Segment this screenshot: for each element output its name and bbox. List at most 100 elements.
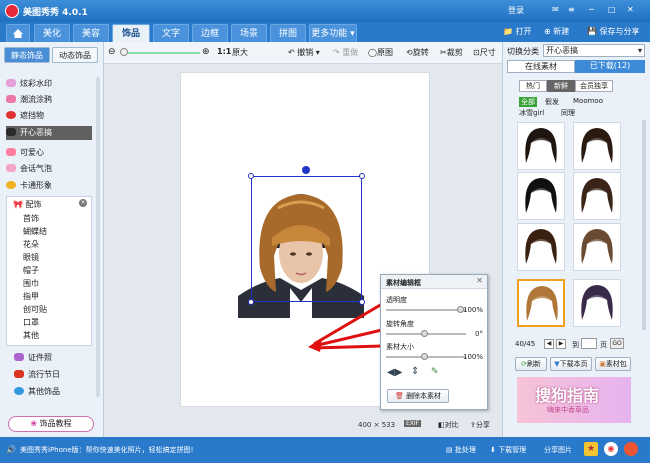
material-thumbnail-selected[interactable] bbox=[517, 279, 565, 327]
sub-item[interactable]: 创可贴 bbox=[23, 304, 107, 316]
subcat-wig[interactable]: 假发 bbox=[545, 97, 559, 107]
tab-scene[interactable]: 场景 bbox=[231, 24, 267, 42]
tab-downloaded[interactable]: 已下载(12) bbox=[575, 60, 645, 73]
left-item-watermark[interactable]: 炫彩水印 bbox=[6, 77, 92, 91]
left-item-graffiti[interactable]: 潮流涂鸦 bbox=[6, 93, 92, 107]
resize-handle[interactable] bbox=[248, 299, 254, 305]
tab-more[interactable]: 更多功能 ▾ bbox=[309, 24, 357, 42]
home-tab[interactable] bbox=[6, 24, 30, 42]
material-thumbnail[interactable] bbox=[573, 279, 621, 327]
redo-button[interactable]: ↷ 重做 bbox=[333, 47, 358, 58]
filter-new[interactable]: 新鲜 bbox=[547, 80, 575, 92]
sub-item[interactable]: 口罩 bbox=[23, 317, 107, 329]
tab-accessories[interactable]: 饰品 bbox=[112, 24, 150, 42]
resize-handle[interactable] bbox=[248, 173, 254, 179]
sub-item[interactable]: 其他 bbox=[23, 330, 107, 342]
zoom-ratio[interactable]: 1:1 bbox=[217, 47, 231, 56]
sub-item[interactable]: 花朵 bbox=[23, 239, 107, 251]
left-item-festival[interactable]: 流行节日 bbox=[14, 368, 100, 382]
go-button[interactable]: GO bbox=[610, 338, 624, 349]
material-thumbnail[interactable] bbox=[517, 172, 565, 220]
material-thumbnail[interactable] bbox=[573, 223, 621, 271]
login-link[interactable]: 登录 bbox=[508, 5, 524, 16]
exif-button[interactable]: EXIF bbox=[404, 420, 422, 427]
batch-button[interactable]: ▤ 批处理 bbox=[446, 445, 476, 455]
tab-collage[interactable]: 拼图 bbox=[270, 24, 306, 42]
refresh-button[interactable]: ⟳刷新 bbox=[515, 357, 547, 371]
sub-item[interactable]: 围巾 bbox=[23, 278, 107, 290]
sub-item[interactable]: 指甲 bbox=[23, 291, 107, 303]
material-thumbnail[interactable] bbox=[517, 223, 565, 271]
zoom-out-icon[interactable]: ⊖ bbox=[108, 47, 116, 57]
sub-item[interactable]: 眼镜 bbox=[23, 252, 107, 264]
filter-vip[interactable]: 会员独享 bbox=[575, 80, 613, 92]
filter-hot[interactable]: 热门 bbox=[519, 80, 547, 92]
tab-beautify[interactable]: 美化 bbox=[34, 24, 70, 42]
undo-button[interactable]: ↶ 撤销 ▾ bbox=[288, 47, 320, 58]
compare-button[interactable]: ◧对比 bbox=[438, 420, 459, 430]
dialog-close-icon[interactable]: ✕ bbox=[476, 276, 483, 285]
tab-dynamic-accessories[interactable]: 动态饰品 bbox=[52, 47, 98, 63]
selection-box[interactable] bbox=[251, 176, 362, 302]
zoom-in-icon[interactable]: ⊕ bbox=[202, 47, 210, 57]
left-item-id-photo[interactable]: 证件照 bbox=[14, 351, 100, 365]
collapse-icon[interactable]: × bbox=[79, 199, 87, 207]
rotate-handle[interactable] bbox=[302, 166, 310, 174]
tab-text[interactable]: 文字 bbox=[153, 24, 189, 42]
left-item-cover[interactable]: 遮挡物 bbox=[6, 109, 92, 123]
original-size-button[interactable]: 原大 bbox=[232, 47, 248, 58]
material-thumbnail[interactable] bbox=[573, 122, 621, 170]
left-item-cute-heart[interactable]: 可爱心 bbox=[6, 146, 92, 160]
material-thumbnail[interactable] bbox=[517, 122, 565, 170]
tab-cosmetic[interactable]: 美容 bbox=[73, 24, 109, 42]
material-pack-button[interactable]: ▣素材包 bbox=[595, 357, 631, 371]
sub-item[interactable]: 帽子 bbox=[23, 265, 107, 277]
sub-item[interactable]: 首饰 bbox=[23, 213, 107, 225]
new-button[interactable]: ⊕ 新建 bbox=[544, 24, 569, 40]
left-item-funny[interactable]: 开心恶搞 bbox=[6, 126, 92, 140]
resize-handle[interactable] bbox=[359, 173, 365, 179]
edit-icon[interactable]: ✎ bbox=[431, 367, 439, 377]
subcat-tongli[interactable]: 同理 bbox=[561, 108, 575, 118]
share-image-button[interactable]: 分享图片 bbox=[544, 445, 572, 455]
flip-vertical-icon[interactable]: ⇕ bbox=[411, 366, 419, 377]
tutorial-button[interactable]: ❀ 饰品教程 bbox=[8, 416, 94, 432]
opacity-slider[interactable] bbox=[386, 309, 466, 311]
save-share-button[interactable]: 💾 保存与分享 bbox=[587, 24, 640, 40]
page-input[interactable] bbox=[581, 338, 597, 349]
material-scrollbar[interactable] bbox=[642, 120, 646, 330]
skin-icon[interactable]: ✉ bbox=[552, 5, 559, 14]
left-item-other[interactable]: 其他饰品 bbox=[14, 385, 100, 399]
share-button[interactable]: ⇪分享 bbox=[470, 420, 490, 430]
tab-online-materials[interactable]: 在线素材 bbox=[507, 60, 575, 73]
menu-icon[interactable]: ≡ bbox=[568, 5, 575, 14]
material-thumbnail[interactable] bbox=[573, 172, 621, 220]
original-button[interactable]: ◯原图 bbox=[368, 47, 393, 58]
left-item-bubble[interactable]: 会话气泡 bbox=[6, 162, 92, 176]
minimize-icon[interactable]: ─ bbox=[589, 5, 594, 14]
rotation-knob[interactable] bbox=[421, 330, 428, 337]
tab-static-accessories[interactable]: 静态饰品 bbox=[4, 47, 50, 63]
crop-button[interactable]: ✂裁剪 bbox=[440, 47, 463, 58]
app-icon[interactable] bbox=[624, 442, 638, 456]
category-select[interactable]: 开心恶搞 ▾ bbox=[543, 44, 645, 57]
delete-material-button[interactable]: 🗑 删除本素材 bbox=[387, 389, 449, 403]
left-item-cartoon[interactable]: 卡通形象 bbox=[6, 179, 92, 193]
download-page-button[interactable]: ▼下载本页 bbox=[550, 357, 592, 371]
resize-button[interactable]: ⊡尺寸 bbox=[473, 47, 496, 58]
rotate-button[interactable]: ⟲旋转 bbox=[406, 47, 429, 58]
weibo-icon[interactable]: ◉ bbox=[604, 442, 618, 456]
subcat-all[interactable]: 全部 bbox=[519, 97, 537, 107]
subcat-ice-girl[interactable]: 冰雪girl bbox=[519, 108, 544, 118]
download-manager-button[interactable]: ⬇ 下载管理 bbox=[490, 445, 526, 455]
status-tip[interactable]: 美图秀秀iPhone版：帮你快速美化照片，轻松搞定拼图! bbox=[20, 445, 193, 455]
star-icon[interactable]: ★ bbox=[584, 442, 598, 456]
next-page-button[interactable]: ▶ bbox=[556, 339, 566, 349]
maximize-icon[interactable]: □ bbox=[608, 5, 616, 14]
prev-page-button[interactable]: ◀ bbox=[544, 339, 554, 349]
zoom-slider[interactable] bbox=[122, 52, 200, 54]
zoom-slider-knob[interactable] bbox=[120, 48, 128, 56]
flip-horizontal-icon[interactable]: ◀▶ bbox=[387, 367, 402, 378]
size-knob[interactable] bbox=[421, 353, 428, 360]
subcat-moomoo[interactable]: Moomoo bbox=[573, 97, 603, 105]
